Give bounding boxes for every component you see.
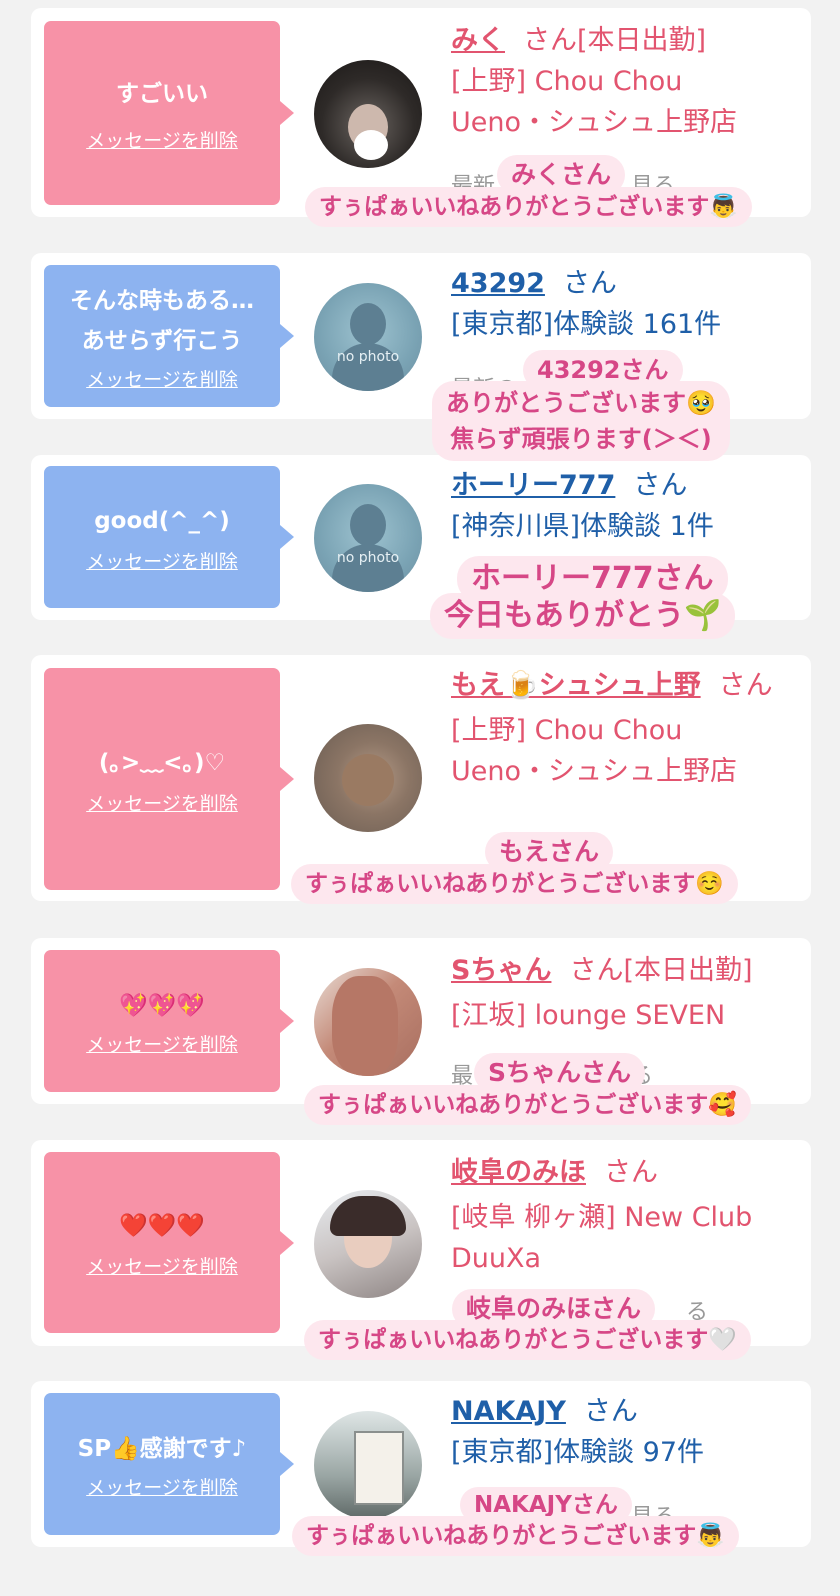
delete-message-link[interactable]: メッセージを削除 — [86, 1473, 238, 1500]
overlay-message-caption: すぅぱぁいいねありがとうございます👼 — [292, 1516, 739, 1556]
message-bubble: good(^_^) メッセージを削除 — [44, 466, 294, 608]
shop-line-2: Ueno・シュシュ上野店 — [451, 107, 738, 138]
shop-line: [上野] Chou Chou — [451, 66, 683, 97]
like-card: ❤️❤️❤️ メッセージを削除 岐阜のみほ さん [岐阜 柳ヶ瀬] New Clu… — [31, 1140, 811, 1346]
attendance-badge: [本日出勤] — [577, 25, 707, 56]
delete-message-link[interactable]: メッセージを削除 — [86, 547, 238, 574]
user-info: Sちゃん さん[本日出勤] [江坂] lounge SEVEN — [451, 950, 791, 1036]
name-row: みく さん[本日出勤] — [451, 20, 791, 61]
avatar[interactable] — [314, 1411, 422, 1519]
name-row: 43292 さん — [451, 263, 791, 304]
message-bubble: ❤️❤️❤️ メッセージを削除 — [44, 1152, 294, 1333]
message-bubble: (｡>﹏<｡)♡ メッセージを削除 — [44, 668, 294, 890]
delete-message-link[interactable]: メッセージを削除 — [86, 1252, 238, 1279]
honorific: さん — [718, 670, 773, 701]
honorific: さん — [583, 1396, 638, 1427]
honorific: さん — [523, 25, 577, 56]
name-row: ホーリー777 さん — [451, 465, 791, 506]
overlay-message-caption: すぅぱぁいいねありがとうございます🤍 — [304, 1320, 751, 1360]
message-text: 💖💖💖 — [119, 992, 205, 1019]
user-info: もえ🍺シュシュ上野 さん [上野] Chou Chou Ueno・シュシュ上野店 — [451, 665, 791, 792]
message-bubble: SP👍感謝です♪ メッセージを削除 — [44, 1393, 294, 1535]
honorific: さん — [569, 955, 624, 986]
overlay-message-caption: すぅぱぁいいねありがとうございます👼 — [305, 187, 752, 227]
user-info: NAKAJY さん [東京都]体験談 97件 — [451, 1391, 791, 1473]
message-text: SP👍感謝です♪ — [77, 1435, 247, 1462]
review-line: [東京都]体験談 161件 — [451, 309, 722, 340]
name-row: NAKAJY さん — [451, 1391, 791, 1432]
avatar[interactable] — [314, 724, 422, 832]
shop-line-2: DuuXa — [451, 1243, 542, 1274]
silhouette-icon — [350, 303, 386, 345]
overlay-message-caption: ありがとうございます🥹 焦らず頑張ります(＞＜) — [432, 381, 730, 461]
message-text: ❤️❤️❤️ — [119, 1213, 205, 1239]
shop-line-2: Ueno・シュシュ上野店 — [451, 756, 738, 787]
no-photo-label: no photo — [336, 349, 400, 365]
silhouette-icon — [350, 504, 386, 546]
message-text: good(^_^) — [94, 507, 230, 534]
user-info: 43292 さん [東京都]体験談 161件 — [451, 263, 791, 345]
review-line: [東京都]体験談 97件 — [451, 1437, 705, 1468]
name-row: Sちゃん さん[本日出勤] — [451, 950, 791, 991]
shop-line: [岐阜 柳ヶ瀬] New Club — [451, 1202, 753, 1233]
shop-line: [上野] Chou Chou — [451, 715, 683, 746]
avatar-no-photo[interactable]: no photo — [314, 484, 422, 592]
delete-message-link[interactable]: メッセージを削除 — [86, 1030, 238, 1057]
delete-message-link[interactable]: メッセージを削除 — [86, 789, 238, 816]
user-info: みく さん[本日出勤] [上野] Chou Chou Ueno・シュシュ上野店 — [451, 20, 791, 143]
message-bubble: 💖💖💖 メッセージを削除 — [44, 950, 294, 1092]
user-name-link[interactable]: もえ🍺シュシュ上野 — [451, 670, 701, 701]
honorific: さん — [562, 268, 617, 299]
delete-message-link[interactable]: メッセージを削除 — [86, 126, 238, 153]
message-bubble: そんな時もある… あせらず行こう メッセージを削除 — [44, 265, 294, 407]
honorific: さん — [604, 1157, 658, 1188]
avatar-photo-sign — [354, 1431, 404, 1505]
user-info: ホーリー777 さん [神奈川県]体験談 1件 — [451, 465, 791, 547]
user-info: 岐阜のみほ さん [岐阜 柳ヶ瀬] New Club DuuXa — [451, 1152, 791, 1279]
name-row: もえ🍺シュシュ上野 さん — [451, 665, 791, 706]
message-bubble: すごいい メッセージを削除 — [44, 21, 294, 205]
overlay-message-caption: すぅぱぁいいねありがとうございます☺️ — [291, 864, 738, 904]
avatar-photo-hair — [332, 976, 398, 1076]
delete-message-link[interactable]: メッセージを削除 — [86, 365, 238, 392]
user-name-link[interactable]: Sちゃん — [451, 955, 551, 986]
shop-line: [江坂] lounge SEVEN — [451, 1000, 726, 1031]
user-name-link[interactable]: NAKAJY — [451, 1396, 566, 1427]
message-text: すごいい — [116, 80, 208, 107]
no-photo-label: no photo — [336, 550, 400, 566]
user-name-link[interactable]: ホーリー777 — [451, 470, 615, 501]
user-name-link[interactable]: 岐阜のみほ — [451, 1157, 586, 1188]
like-card: 💖💖💖 メッセージを削除 Sちゃん さん[本日出勤] [江坂] lounge SE… — [31, 938, 811, 1104]
name-row: 岐阜のみほ さん — [451, 1152, 791, 1193]
avatar[interactable] — [314, 1190, 422, 1298]
overlay-message-caption: すぅぱぁいいねありがとうございます🥰 — [304, 1085, 751, 1125]
message-text: そんな時もある… あせらず行こう — [70, 287, 254, 354]
avatar[interactable] — [314, 60, 422, 168]
avatar-photo-face — [342, 754, 394, 806]
attendance-badge: [本日出勤] — [623, 955, 753, 986]
user-name-link[interactable]: 43292 — [451, 268, 545, 299]
honorific: さん — [633, 470, 688, 501]
avatar-photo-hair — [330, 1196, 406, 1236]
user-name-link[interactable]: みく — [451, 25, 505, 56]
like-card: すごいい メッセージを削除 みく さん[本日出勤] [上野] Chou Chou … — [31, 8, 811, 217]
avatar[interactable] — [314, 968, 422, 1076]
review-line: [神奈川県]体験談 1件 — [451, 511, 714, 542]
heart-sticker-icon — [354, 130, 388, 160]
avatar-no-photo[interactable]: no photo — [314, 283, 422, 391]
overlay-message-caption: 今日もありがとう🌱 — [430, 593, 736, 639]
message-text: (｡>﹏<｡)♡ — [98, 749, 226, 776]
